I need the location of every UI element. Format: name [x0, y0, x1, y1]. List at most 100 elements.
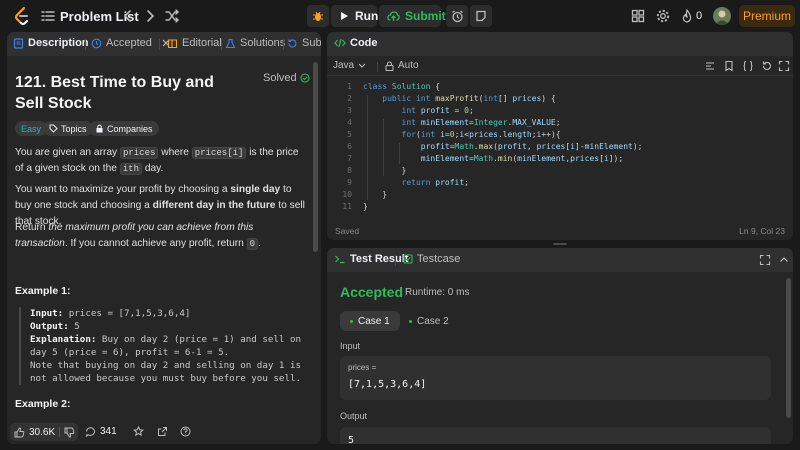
code-line: return profit; — [401, 178, 469, 187]
lock-icon — [95, 124, 104, 133]
expand-icon[interactable] — [759, 254, 771, 266]
submit-button[interactable]: Submit — [379, 5, 446, 27]
input-variable-name: prices = — [348, 363, 377, 372]
code-line: minElement=Math.min(minElement,prices[i]… — [420, 154, 624, 163]
output-box: 5 — [340, 427, 771, 444]
run-label: Run — [355, 9, 379, 23]
line-number: 8 — [347, 166, 352, 175]
tab-solutions[interactable]: Solutions — [225, 37, 285, 49]
tab-divider — [283, 39, 284, 50]
problem-list-icon[interactable] — [40, 8, 56, 24]
case-1-tab[interactable]: Case 1 — [340, 311, 400, 331]
case-2-tab[interactable]: Case 2 — [399, 311, 459, 331]
topics-button[interactable]: Topics — [43, 121, 93, 136]
test-panel-header: Test Result Testcase — [327, 248, 793, 272]
run-button[interactable]: Run — [331, 5, 379, 27]
autocomplete-toggle[interactable]: Auto — [385, 60, 419, 71]
output-value: 5 — [348, 435, 355, 444]
tab-divider — [159, 39, 160, 50]
toolbar-divider — [377, 62, 378, 72]
comments-button[interactable]: 341 — [85, 426, 117, 437]
comment-icon — [85, 426, 96, 437]
line-number: 6 — [347, 142, 352, 151]
example-1-title: Example 1: — [15, 285, 71, 297]
format-icon[interactable] — [704, 60, 716, 72]
layout-grid-icon[interactable] — [630, 8, 646, 24]
tab-editorial[interactable]: Editorial — [167, 37, 222, 49]
input-value: [7,1,5,3,6,4] — [348, 379, 427, 390]
description-footer: 30.6K 341 — [7, 420, 321, 444]
fullscreen-icon[interactable] — [778, 60, 790, 72]
problem-paragraph-1: You are given an array prices where pric… — [15, 147, 299, 175]
save-status: Saved — [335, 226, 360, 236]
flask-icon — [225, 38, 236, 49]
code-line: } — [363, 190, 388, 199]
help-icon[interactable] — [180, 426, 191, 437]
problem-paragraph-3: Return the maximum profit you can achiev… — [15, 222, 261, 250]
test-panel-scrollbar[interactable] — [786, 278, 791, 418]
line-number: 2 — [347, 94, 352, 103]
tab-code[interactable]: Code — [334, 37, 378, 49]
line-number: 3 — [347, 106, 352, 115]
description-scrollbar[interactable] — [313, 62, 318, 252]
line-number: 1 — [347, 82, 352, 91]
tab-submissions[interactable]: Subr — [287, 37, 321, 49]
braces-icon[interactable] — [742, 60, 754, 72]
premium-button[interactable]: Premium — [739, 5, 795, 27]
shuffle-icon[interactable] — [164, 8, 180, 24]
gear-icon[interactable] — [655, 8, 671, 24]
code-panel: Code Java Auto 1 class Solution {2 publ… — [327, 32, 793, 240]
chevron-right-icon[interactable] — [142, 8, 158, 24]
language-selector[interactable]: Java — [333, 60, 366, 71]
avatar[interactable] — [713, 7, 731, 25]
clock-icon — [91, 38, 102, 49]
terminal-icon — [334, 254, 346, 264]
bookmark-icon[interactable] — [723, 60, 735, 72]
code-line: int profit = 0; — [401, 106, 474, 115]
share-icon[interactable] — [157, 426, 168, 437]
output-label: Output — [340, 411, 368, 421]
line-number: 10 — [342, 190, 352, 199]
line-number: 9 — [347, 178, 352, 187]
check-circle-icon — [300, 73, 310, 83]
bug-icon — [312, 10, 324, 22]
solved-status: Solved — [263, 72, 310, 84]
timer-button[interactable] — [446, 5, 468, 27]
pass-dot — [409, 319, 412, 323]
code-line: profit=Math.max(profit, prices[i]-minEle… — [420, 142, 643, 151]
alarm-clock-icon — [451, 10, 464, 23]
pass-dot — [350, 319, 353, 323]
line-number: 4 — [347, 118, 352, 127]
resize-handle[interactable] — [553, 243, 567, 245]
code-line: public int maxProfit(int[] prices) { — [382, 94, 556, 103]
notes-button[interactable] — [470, 5, 492, 27]
streak-counter[interactable]: 0 — [681, 8, 707, 24]
streak-count: 0 — [696, 10, 703, 22]
tab-description[interactable]: Description — [13, 37, 89, 49]
input-label: Input — [340, 341, 361, 351]
collapse-chevron-icon[interactable] — [778, 254, 790, 266]
tag-icon — [49, 124, 58, 133]
code-line: class Solution { — [363, 82, 441, 91]
star-icon[interactable] — [133, 426, 144, 437]
play-icon — [339, 11, 349, 21]
runtime-label: Runtime: 0 ms — [405, 287, 470, 298]
code-line: int minElement=Integer.MAX_VALUE; — [401, 118, 561, 127]
code-editor[interactable]: 1 class Solution { 2 public int maxProfi… — [327, 80, 793, 220]
chevron-left-icon[interactable] — [120, 8, 136, 24]
thumbs-up-icon[interactable] — [14, 426, 25, 438]
companies-button[interactable]: Companies — [89, 121, 159, 136]
leetcode-logo-icon[interactable] — [12, 6, 32, 26]
tab-test-result[interactable]: Test Result — [334, 253, 408, 265]
debug-button[interactable] — [307, 5, 329, 27]
top-navigation-bar: Problem List Run Submit 0 Premium — [0, 0, 800, 32]
submit-label: Submit — [405, 9, 446, 23]
tab-testcase[interactable]: Testcase — [403, 253, 460, 265]
description-tabs-bar: Description Accepted Editorial Solutions — [7, 32, 321, 56]
lock-icon — [385, 61, 394, 71]
reset-icon[interactable] — [761, 60, 773, 72]
like-count: 30.6K — [29, 426, 56, 438]
note-icon — [475, 10, 487, 22]
book-icon — [167, 38, 178, 49]
thumbs-down-icon[interactable] — [64, 427, 75, 438]
